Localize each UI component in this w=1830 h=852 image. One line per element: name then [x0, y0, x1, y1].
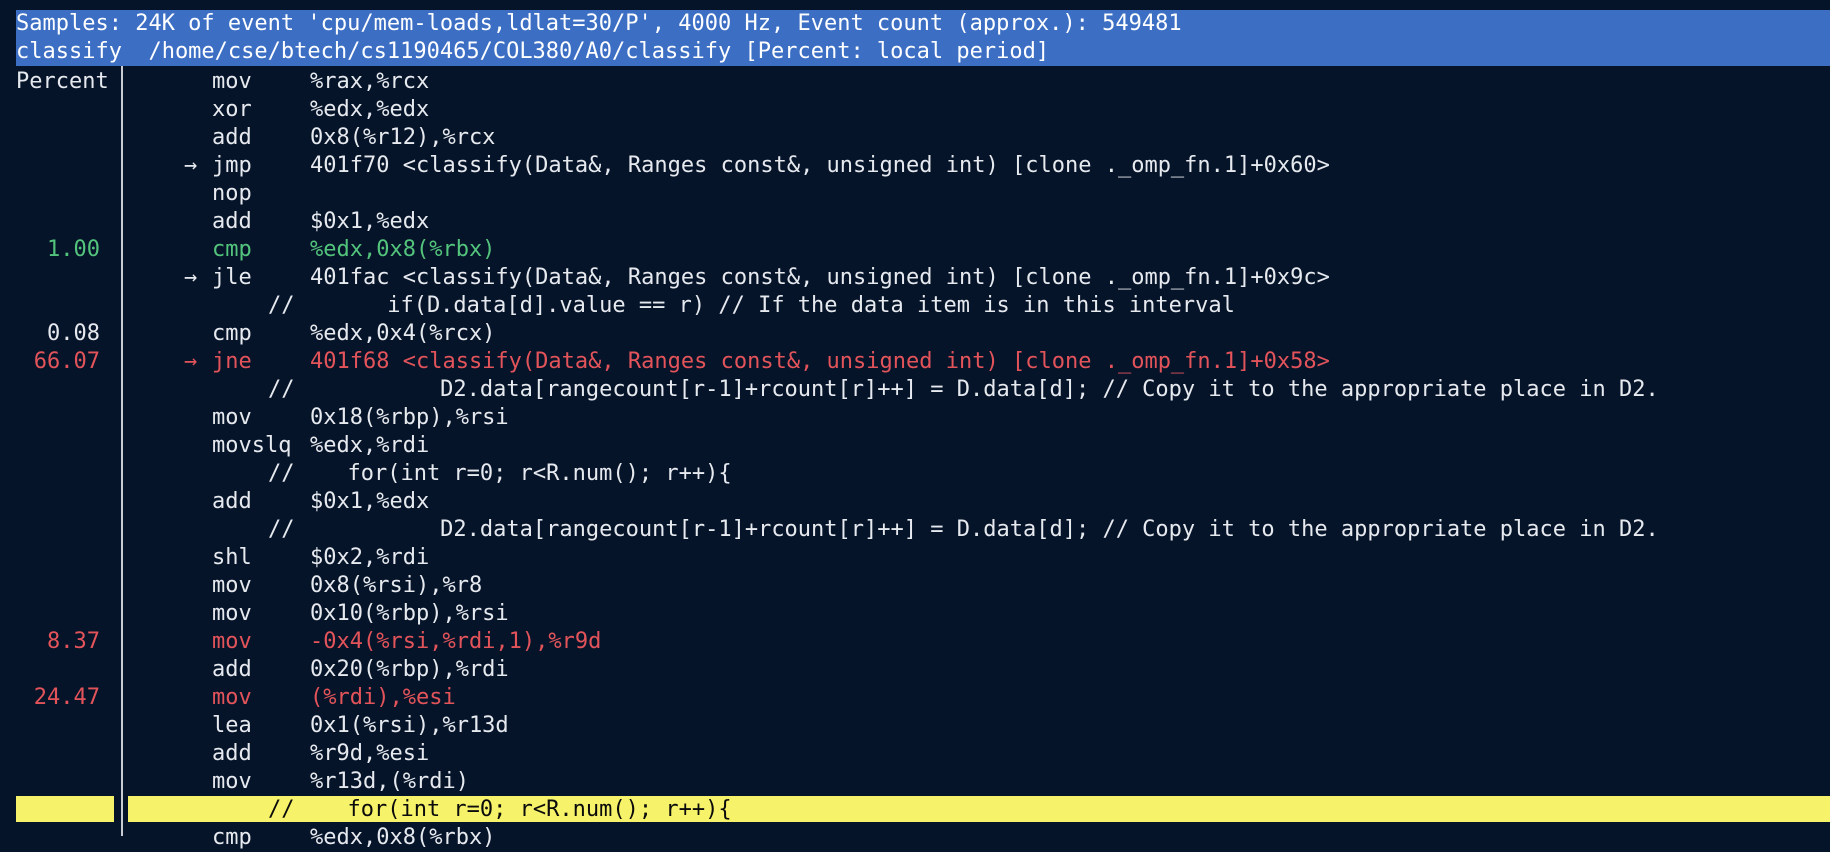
header-symbol-line: classify /home/cse/btech/cs1190465/COL38…: [16, 38, 1830, 66]
instruction-operands: 0x1(%rsi),%r13d: [310, 713, 509, 738]
instruction-mnemonic: movslq: [212, 433, 292, 458]
sample-percent: 24.47: [33, 685, 100, 710]
disassembly-line[interactable]: xor %edx,%edx: [0, 96, 1830, 124]
instruction-operands: 0x18(%rbp),%rsi: [310, 405, 509, 430]
disassembly-line[interactable]: // D2.data[rangecount[r-1]+rcount[r]++] …: [0, 376, 1830, 404]
sample-percent: 66.07: [33, 349, 100, 374]
instruction-operands: $0x1,%edx: [310, 489, 430, 514]
disassembly-line[interactable]: add 0x20(%rbp),%rdi: [0, 656, 1830, 684]
instruction-operands: $0x1,%edx: [310, 209, 430, 234]
disassembly-line[interactable]: mov 0x18(%rbp),%rsi: [0, 404, 1830, 432]
instruction-operands: $0x2,%rdi: [310, 545, 430, 570]
instruction-mnemonic: mov: [212, 769, 252, 794]
disassembly-line[interactable]: movslq %edx,%rdi: [0, 432, 1830, 460]
disassembly-line[interactable]: // D2.data[rangecount[r-1]+rcount[r]++] …: [0, 516, 1830, 544]
instruction-mnemonic: jne: [212, 349, 252, 374]
disassembly-line[interactable]: 8.37 mov -0x4(%rsi,%rdi,1),%r9d: [0, 628, 1830, 656]
instruction-mnemonic: mov: [212, 629, 252, 654]
selected-line[interactable]: // for(int r=0; r<R.num(); r++){: [0, 796, 1830, 824]
sample-percent: 8.37: [47, 629, 100, 654]
instruction-operands: %edx,0x4(%rcx): [310, 321, 496, 346]
disassembly-line[interactable]: // if(D.data[d].value == r) // If the da…: [0, 292, 1830, 320]
disassembly-line[interactable]: cmp %edx,0x8(%rbx): [0, 824, 1830, 852]
instruction-operands: %edx,0x8(%rbx): [310, 237, 496, 262]
instruction-operands: 401f68 <classify(Data&, Ranges const&, u…: [310, 349, 1330, 374]
sample-percent: 0.08: [47, 321, 100, 346]
instruction-mnemonic: mov: [212, 69, 252, 94]
instruction-operands: %edx,%rdi: [310, 433, 430, 458]
disassembly-line[interactable]: 66.07 → jne 401f68 <classify(Data&, Ranges …: [0, 348, 1830, 376]
disassembly-listing[interactable]: mov %rax,%rcx xor %edx,%edx add 0x8(%r12),%rc…: [0, 68, 1830, 852]
disassembly-line[interactable]: lea 0x1(%rsi),%r13d: [0, 712, 1830, 740]
header-samples-line: Samples: 24K of event 'cpu/mem-loads,ldl…: [16, 10, 1830, 38]
jump-arrow-icon: →: [184, 349, 198, 374]
selection-highlight-percent: [16, 796, 114, 822]
instruction-mnemonic: mov: [212, 405, 252, 430]
disassembly-line[interactable]: add $0x1,%edx: [0, 488, 1830, 516]
instruction-mnemonic: cmp: [212, 825, 252, 850]
instruction-operands: (%rdi),%esi: [310, 685, 456, 710]
instruction-mnemonic: shl: [212, 545, 252, 570]
disassembly-line[interactable]: add $0x1,%edx: [0, 208, 1830, 236]
instruction-mnemonic: add: [212, 209, 252, 234]
sample-percent: 1.00: [47, 237, 100, 262]
disassembly-line[interactable]: nop: [0, 180, 1830, 208]
instruction-mnemonic: mov: [212, 601, 252, 626]
instruction-operands: -0x4(%rsi,%rdi,1),%r9d: [310, 629, 602, 654]
instruction-operands: %r13d,(%rdi): [310, 769, 469, 794]
disassembly-line[interactable]: shl $0x2,%rdi: [0, 544, 1830, 572]
source-comment: // for(int r=0; r<R.num(); r++){: [268, 461, 732, 486]
jump-arrow-icon: →: [184, 265, 198, 290]
disassembly-line[interactable]: 0.08 cmp %edx,0x4(%rcx): [0, 320, 1830, 348]
perf-annotate-terminal: Samples: 24K of event 'cpu/mem-loads,ldl…: [0, 0, 1830, 850]
disassembly-line[interactable]: → jmp 401f70 <classify(Data&, Ranges const…: [0, 152, 1830, 180]
disassembly-line[interactable]: → jle 401fac <classify(Data&, Ranges const…: [0, 264, 1830, 292]
instruction-operands: %edx,%edx: [310, 97, 430, 122]
instruction-operands: 0x20(%rbp),%rdi: [310, 657, 509, 682]
instruction-mnemonic: nop: [212, 181, 252, 206]
jump-arrow-icon: →: [184, 153, 198, 178]
instruction-operands: %edx,0x8(%rbx): [310, 825, 496, 850]
instruction-mnemonic: lea: [212, 713, 252, 738]
instruction-mnemonic: cmp: [212, 321, 252, 346]
disassembly-line[interactable]: mov 0x10(%rbp),%rsi: [0, 600, 1830, 628]
instruction-mnemonic: cmp: [212, 237, 252, 262]
instruction-operands: %rax,%rcx: [310, 69, 430, 94]
source-comment: // for(int r=0; r<R.num(); r++){: [268, 797, 732, 822]
instruction-mnemonic: jmp: [212, 153, 252, 178]
source-comment: // D2.data[rangecount[r-1]+rcount[r]++] …: [268, 377, 1659, 402]
instruction-mnemonic: jle: [212, 265, 252, 290]
instruction-operands: 401f70 <classify(Data&, Ranges const&, u…: [310, 153, 1330, 178]
instruction-mnemonic: add: [212, 125, 252, 150]
disassembly-line[interactable]: // for(int r=0; r<R.num(); r++){: [0, 460, 1830, 488]
instruction-operands: 0x10(%rbp),%rsi: [310, 601, 509, 626]
instruction-mnemonic: add: [212, 489, 252, 514]
disassembly-line[interactable]: mov 0x8(%rsi),%r8: [0, 572, 1830, 600]
instruction-operands: 0x8(%r12),%rcx: [310, 125, 496, 150]
instruction-operands: 401fac <classify(Data&, Ranges const&, u…: [310, 265, 1330, 290]
source-comment: // D2.data[rangecount[r-1]+rcount[r]++] …: [268, 517, 1659, 542]
instruction-mnemonic: mov: [212, 685, 252, 710]
instruction-operands: %r9d,%esi: [310, 741, 430, 766]
instruction-mnemonic: add: [212, 741, 252, 766]
disassembly-line[interactable]: add %r9d,%esi: [0, 740, 1830, 768]
disassembly-line[interactable]: 24.47 mov (%rdi),%esi: [0, 684, 1830, 712]
disassembly-line[interactable]: 1.00 cmp %edx,0x8(%rbx): [0, 236, 1830, 264]
disassembly-line[interactable]: add 0x8(%r12),%rcx: [0, 124, 1830, 152]
disassembly-line[interactable]: mov %rax,%rcx: [0, 68, 1830, 96]
instruction-mnemonic: add: [212, 657, 252, 682]
source-comment: // if(D.data[d].value == r) // If the da…: [268, 293, 1235, 318]
instruction-operands: 0x8(%rsi),%r8: [310, 573, 483, 598]
instruction-mnemonic: xor: [212, 97, 252, 122]
instruction-mnemonic: mov: [212, 573, 252, 598]
disassembly-line[interactable]: mov %r13d,(%rdi): [0, 768, 1830, 796]
